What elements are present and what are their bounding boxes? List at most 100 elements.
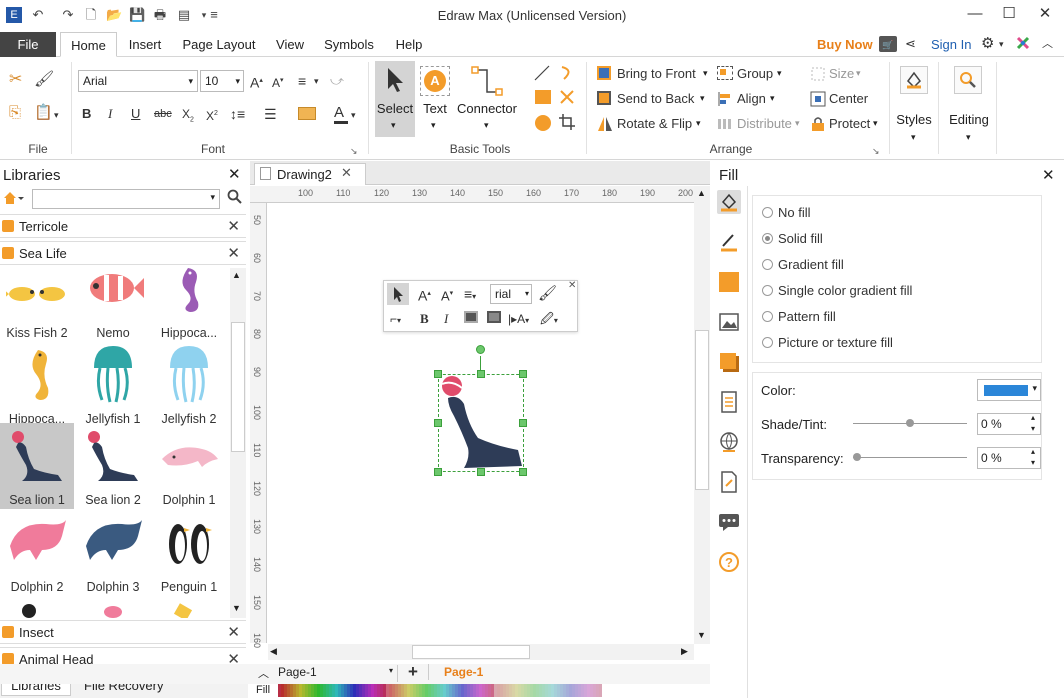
editing-button[interactable]: Editing bbox=[945, 112, 993, 127]
file-menu-button[interactable]: File bbox=[0, 32, 56, 57]
size-button[interactable]: Size bbox=[829, 66, 854, 81]
italic-icon[interactable]: I bbox=[108, 105, 112, 123]
size-dropdown-icon[interactable]: ▾ bbox=[856, 68, 861, 79]
bring-to-front-dropdown-icon[interactable]: ▾ bbox=[703, 68, 708, 79]
group-dropdown-icon[interactable]: ▾ bbox=[777, 68, 782, 79]
buy-now-link[interactable]: Buy Now bbox=[817, 37, 873, 52]
library-shape-jellyfish-2[interactable]: Jellyfish 2 bbox=[152, 342, 226, 428]
collapse-ribbon-icon[interactable]: ︿ bbox=[1042, 35, 1053, 53]
scissors-tool-icon[interactable] bbox=[558, 88, 576, 109]
font-dialog-launcher-icon[interactable]: ↘ bbox=[350, 142, 358, 160]
resize-handle[interactable] bbox=[434, 468, 442, 476]
tab-symbols[interactable]: Symbols bbox=[318, 32, 380, 57]
font-color-icon[interactable]: A bbox=[334, 104, 344, 122]
shade-tint-slider-thumb[interactable] bbox=[906, 419, 914, 427]
styles-icon[interactable] bbox=[900, 66, 928, 94]
radio-no-fill[interactable] bbox=[762, 207, 773, 218]
canvas-hscroll-thumb[interactable] bbox=[412, 645, 530, 659]
library-shape-nemo[interactable]: Nemo bbox=[76, 266, 150, 342]
libraries-close-icon[interactable]: ✕ bbox=[228, 165, 241, 183]
text-dropdown-icon[interactable]: ▾ bbox=[431, 120, 436, 131]
align-dropdown-icon[interactable]: ▾ bbox=[770, 93, 775, 104]
bullets-icon[interactable]: ☰ bbox=[264, 105, 277, 123]
format-painter-icon[interactable]: ✂ bbox=[9, 71, 22, 89]
editing-search-icon[interactable] bbox=[954, 66, 982, 94]
library-search-icon[interactable] bbox=[227, 189, 243, 208]
radio-single-color-gradient[interactable] bbox=[762, 285, 773, 296]
superscript-icon[interactable]: X2 bbox=[206, 105, 218, 125]
distribute-dropdown-icon[interactable]: ▾ bbox=[795, 118, 800, 129]
underline-icon[interactable]: U bbox=[131, 105, 140, 123]
shadow-side-icon[interactable] bbox=[717, 350, 741, 374]
bring-to-front-button[interactable]: Bring to Front bbox=[617, 66, 696, 81]
scroll-down-icon[interactable]: ▼ bbox=[232, 603, 241, 613]
arc-tool-icon[interactable] bbox=[558, 64, 576, 85]
settings-gear-icon[interactable]: ⚙ bbox=[981, 35, 994, 53]
library-shape-dolphin-1[interactable]: Dolphin 1 bbox=[152, 423, 226, 509]
resize-handle[interactable] bbox=[434, 370, 442, 378]
styles-button[interactable]: Styles bbox=[892, 112, 936, 127]
mini-align-icon[interactable]: ≡▾ bbox=[464, 285, 476, 306]
library-shape-sea-lion-1[interactable]: Sea lion 1 bbox=[0, 423, 74, 509]
mini-send-back-icon[interactable] bbox=[487, 311, 501, 323]
note-side-icon[interactable] bbox=[717, 470, 741, 494]
library-shape-dolphin-3[interactable]: Dolphin 3 bbox=[76, 510, 150, 596]
cart-icon[interactable]: 🛒 bbox=[879, 36, 897, 52]
rotation-handle[interactable] bbox=[476, 345, 485, 354]
font-color-dropdown-icon[interactable]: ▾ bbox=[351, 106, 356, 124]
rectangle-tool-icon[interactable] bbox=[535, 90, 551, 104]
paste-dropdown-icon[interactable]: ▾ bbox=[54, 106, 59, 124]
rotate-flip-dropdown-icon[interactable]: ▾ bbox=[696, 118, 701, 129]
library-category-insect[interactable]: Insect ✕ bbox=[0, 620, 246, 644]
library-scrollbar-thumb[interactable] bbox=[231, 322, 245, 452]
tab-insert[interactable]: Insert bbox=[122, 32, 168, 57]
bold-icon[interactable]: B bbox=[82, 105, 91, 123]
line-side-icon[interactable] bbox=[717, 230, 741, 254]
align-button[interactable]: Align bbox=[737, 91, 766, 106]
transparency-slider[interactable] bbox=[853, 457, 967, 458]
library-shape-kiss-fish-2[interactable]: Kiss Fish 2 bbox=[0, 266, 74, 342]
resize-handle[interactable] bbox=[519, 468, 527, 476]
document-tab[interactable]: Drawing2 ✕ bbox=[254, 163, 366, 185]
resize-handle[interactable] bbox=[477, 468, 485, 476]
center-button[interactable]: Center bbox=[829, 91, 868, 106]
mini-bold-icon[interactable]: B bbox=[420, 310, 429, 328]
paste-icon[interactable]: 📋 bbox=[34, 104, 53, 122]
mini-select-icon[interactable] bbox=[387, 283, 409, 305]
category-close-icon[interactable]: ✕ bbox=[227, 623, 240, 641]
library-shape-hippocampus-2[interactable]: Hippoca... bbox=[0, 342, 74, 428]
mini-connector-icon[interactable]: ⌐▾ bbox=[390, 310, 401, 330]
color-picker[interactable]: ▾ bbox=[977, 379, 1041, 401]
palette-swatch[interactable] bbox=[599, 684, 602, 697]
editing-dropdown-icon[interactable]: ▾ bbox=[966, 132, 971, 143]
color-palette-strip[interactable] bbox=[278, 684, 634, 697]
fill-panel-close-icon[interactable]: ✕ bbox=[1042, 166, 1055, 184]
font-size-combo[interactable]: 10 ▾ bbox=[200, 70, 244, 92]
canvas-vscroll-thumb[interactable] bbox=[695, 330, 709, 490]
resize-handle[interactable] bbox=[434, 419, 442, 427]
mini-font-combo[interactable]: rial ▾ bbox=[490, 284, 532, 304]
page-tab-active[interactable]: Page-1 bbox=[444, 665, 483, 679]
scroll-up-icon[interactable]: ▲ bbox=[232, 270, 241, 280]
radio-solid-fill[interactable] bbox=[762, 233, 773, 244]
share-icon[interactable]: ⋖ bbox=[905, 35, 916, 53]
text-tool-button[interactable]: A bbox=[420, 66, 450, 96]
tab-view[interactable]: View bbox=[270, 32, 310, 57]
paint-brush-icon[interactable]: 🖌 bbox=[34, 71, 54, 89]
canvas-scroll-down-icon[interactable]: ▼ bbox=[697, 630, 706, 640]
connector-dropdown-icon[interactable]: ▾ bbox=[484, 120, 489, 131]
canvas-scroll-up-icon[interactable]: ▲ bbox=[697, 188, 706, 198]
mini-italic-icon[interactable]: I bbox=[444, 310, 448, 328]
settings-dropdown-icon[interactable]: ▾ bbox=[999, 35, 1004, 53]
radio-gradient-fill[interactable] bbox=[762, 259, 773, 270]
category-close-icon[interactable]: ✕ bbox=[227, 244, 240, 262]
image-side-icon[interactable] bbox=[717, 310, 741, 334]
strikethrough-icon[interactable]: abc bbox=[154, 105, 172, 123]
text-align-dropdown-icon[interactable]: ▾ bbox=[314, 72, 319, 90]
library-category-terricole[interactable]: Terricole ✕ bbox=[0, 214, 246, 238]
shade-tint-input[interactable]: 0 % ▴ ▾ bbox=[977, 413, 1041, 435]
radio-pattern-fill[interactable] bbox=[762, 311, 773, 322]
hyperlink-globe-side-icon[interactable] bbox=[717, 430, 741, 454]
add-page-icon[interactable]: + bbox=[408, 662, 418, 682]
protect-dropdown-icon[interactable]: ▾ bbox=[873, 118, 878, 129]
